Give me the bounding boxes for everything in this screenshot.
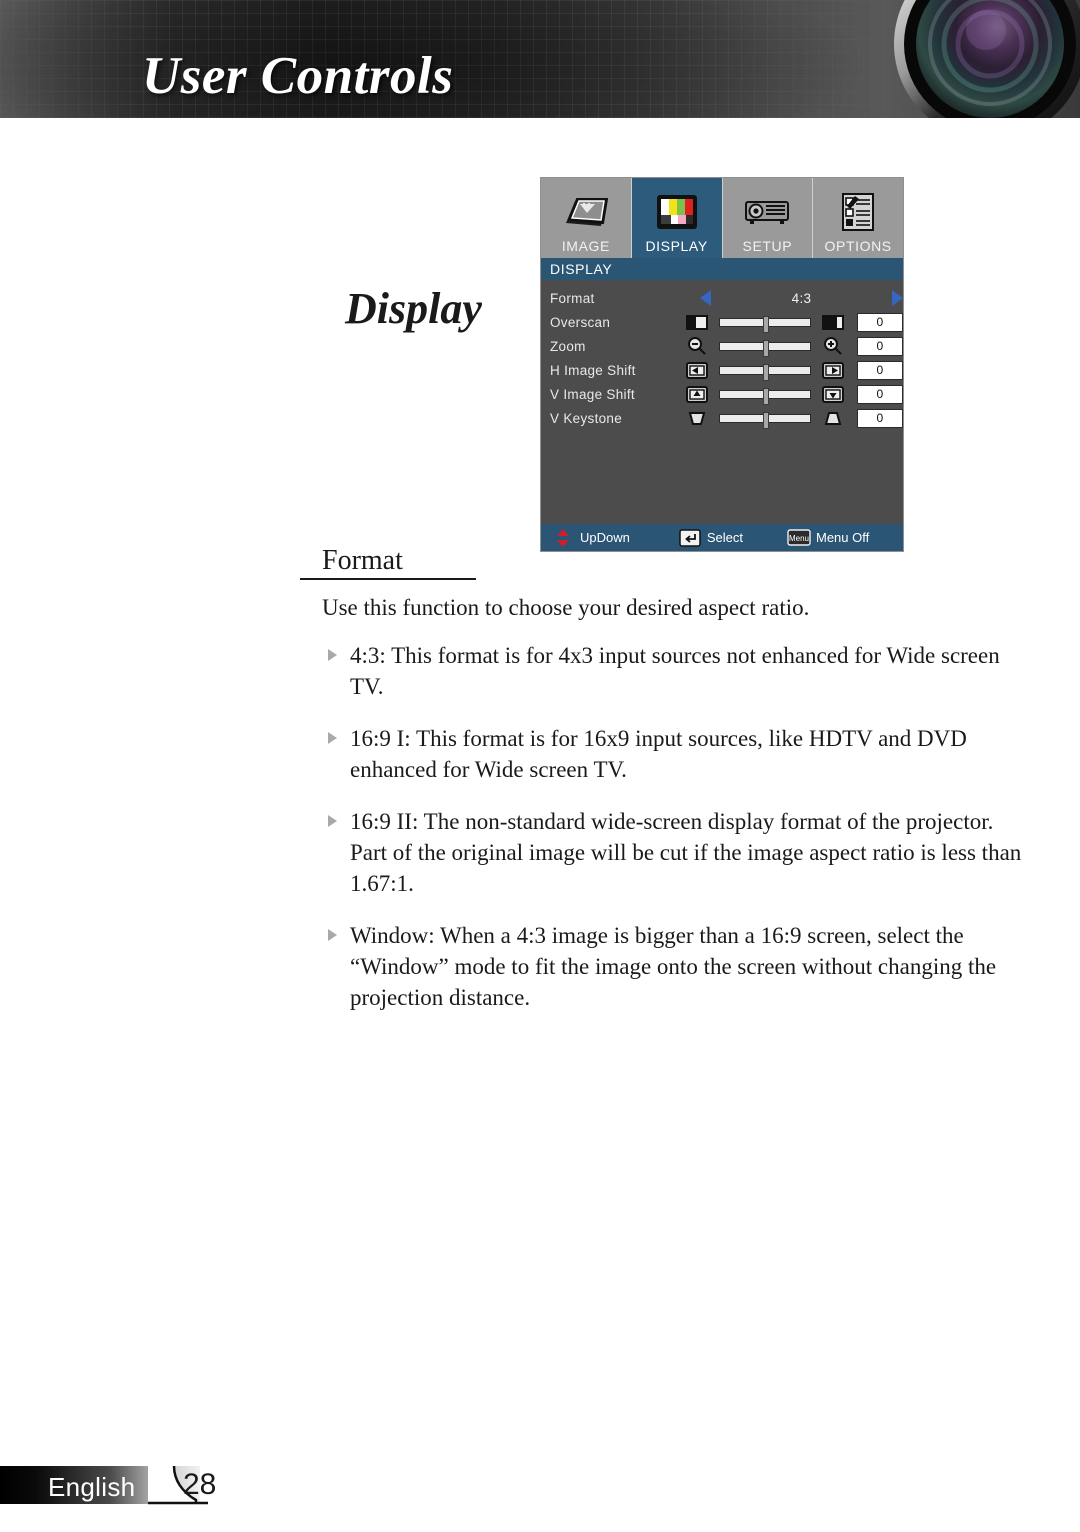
section-heading: Format [322, 545, 403, 576]
keystone-up-icon [820, 409, 846, 427]
svg-text:Menu: Menu [789, 534, 809, 543]
list-item-text: 16:9 I: This format is for 16x9 input so… [350, 726, 967, 782]
bullet-list: 4:3: This format is for 4x3 input source… [322, 640, 1022, 1034]
osd-row-label: V Image Shift [550, 386, 635, 402]
menu-key-icon: Menu [787, 529, 811, 546]
list-item: Window: When a 4:3 image is bigger than … [322, 920, 1022, 1013]
osd-value-box[interactable]: 0 [857, 384, 903, 404]
osd-slider-track[interactable] [719, 315, 811, 333]
shift-down-icon [820, 385, 846, 403]
osd-row-h-image-shift[interactable]: H Image Shift 0 [541, 358, 903, 382]
osd-slider-track[interactable] [719, 363, 811, 381]
osd-row-overscan[interactable]: Overscan 0 [541, 310, 903, 334]
osd-row-label: V Keystone [550, 410, 623, 426]
list-item: 16:9 II: The non-standard wide-screen di… [322, 806, 1022, 899]
bullet-triangle-icon [328, 815, 337, 827]
osd-slider-thumb[interactable] [763, 315, 769, 333]
updown-arrows-icon [551, 528, 575, 548]
osd-slider-track[interactable] [719, 339, 811, 357]
page-footer: English 28 [0, 1466, 320, 1508]
osd-row-v-keystone[interactable]: V Keystone 0 [541, 406, 903, 430]
osd-slider-thumb[interactable] [763, 363, 769, 381]
osd-settings-list: Format 4:3 Overscan 0 Zoom 0 H Image Shi… [541, 280, 903, 430]
section-heading-rule [300, 578, 476, 580]
keystone-down-icon [684, 409, 710, 427]
osd-help-menu-off: Menu Menu Off [777, 529, 869, 546]
osd-help-label: UpDown [580, 530, 630, 545]
bullet-triangle-icon [328, 732, 337, 744]
arrow-left-icon[interactable] [700, 290, 711, 306]
osd-tab-image[interactable]: IMAGE [541, 178, 632, 258]
list-item: 16:9 I: This format is for 16x9 input so… [322, 723, 1022, 785]
osd-tab-label: IMAGE [561, 238, 610, 254]
options-checklist-icon [839, 187, 877, 237]
osd-help-select: Select [668, 528, 743, 547]
list-item: 4:3: This format is for 4x3 input source… [322, 640, 1022, 702]
list-item-text: 16:9 II: The non-standard wide-screen di… [350, 809, 1022, 896]
osd-row-zoom[interactable]: Zoom 0 [541, 334, 903, 358]
osd-tab-label: SETUP [742, 238, 793, 254]
osd-row-label: Overscan [550, 314, 611, 330]
osd-row-v-image-shift[interactable]: V Image Shift 0 [541, 382, 903, 406]
osd-format-value: 4:3 [791, 290, 812, 306]
osd-section-title: DISPLAY [541, 258, 903, 280]
page-header-banner: User Controls [0, 0, 1080, 118]
osd-help-label: Menu Off [816, 530, 870, 545]
page-title: User Controls [142, 47, 454, 105]
osd-tab-bar: IMAGE DISPLAY SETUP OPTIONS [541, 178, 903, 258]
list-item-text: 4:3: This format is for 4x3 input source… [350, 643, 1000, 699]
osd-menu: IMAGE DISPLAY SETUP OPTIONS DISPLAY Form… [540, 177, 904, 552]
osd-row-label: H Image Shift [550, 362, 636, 378]
osd-value-box[interactable]: 0 [857, 408, 903, 428]
color-bars-icon [655, 187, 699, 237]
footer-language: English [48, 1472, 136, 1502]
osd-slider-thumb[interactable] [763, 411, 769, 429]
zoom-in-icon [820, 337, 846, 355]
osd-tab-display[interactable]: DISPLAY [631, 178, 723, 258]
bullet-triangle-icon [328, 929, 337, 941]
list-item-text: Window: When a 4:3 image is bigger than … [350, 923, 997, 1010]
image-keystone-icon [563, 187, 609, 237]
osd-slider-thumb[interactable] [763, 387, 769, 405]
arrow-right-icon[interactable] [892, 290, 903, 306]
osd-tab-label: OPTIONS [824, 238, 892, 254]
osd-slider-track[interactable] [719, 411, 811, 429]
osd-help-updown: UpDown [541, 528, 630, 548]
osd-slider-track[interactable] [719, 387, 811, 405]
shift-up-icon [684, 385, 710, 403]
osd-tab-options[interactable]: OPTIONS [813, 178, 903, 258]
projector-icon [743, 187, 791, 237]
osd-value-box[interactable]: 0 [857, 360, 903, 380]
enter-key-icon [678, 528, 702, 547]
osd-help-label: Select [706, 530, 743, 545]
osd-help-bar: UpDown Select Menu Menu Off [541, 524, 903, 551]
section-heading-block: Format [300, 545, 500, 580]
camera-lens-icon [890, 0, 1080, 118]
osd-value-box[interactable]: 0 [857, 312, 903, 332]
chapter-heading: Display [345, 284, 482, 333]
intro-paragraph: Use this function to choose your desired… [322, 595, 810, 620]
zoom-out-icon [684, 337, 710, 355]
overscan-small-icon [684, 313, 710, 331]
bullet-triangle-icon [328, 649, 337, 661]
footer-page-number: 28 [183, 1468, 217, 1501]
shift-right-icon [820, 361, 846, 379]
osd-row-label: Zoom [550, 338, 586, 354]
osd-row-format[interactable]: Format 4:3 [541, 286, 903, 310]
osd-value-box[interactable]: 0 [857, 336, 903, 356]
osd-row-label: Format [550, 290, 595, 306]
osd-tab-label: DISPLAY [645, 238, 708, 254]
osd-slider-thumb[interactable] [763, 339, 769, 357]
shift-left-icon [684, 361, 710, 379]
osd-tab-setup[interactable]: SETUP [722, 178, 814, 258]
overscan-large-icon [820, 313, 846, 331]
